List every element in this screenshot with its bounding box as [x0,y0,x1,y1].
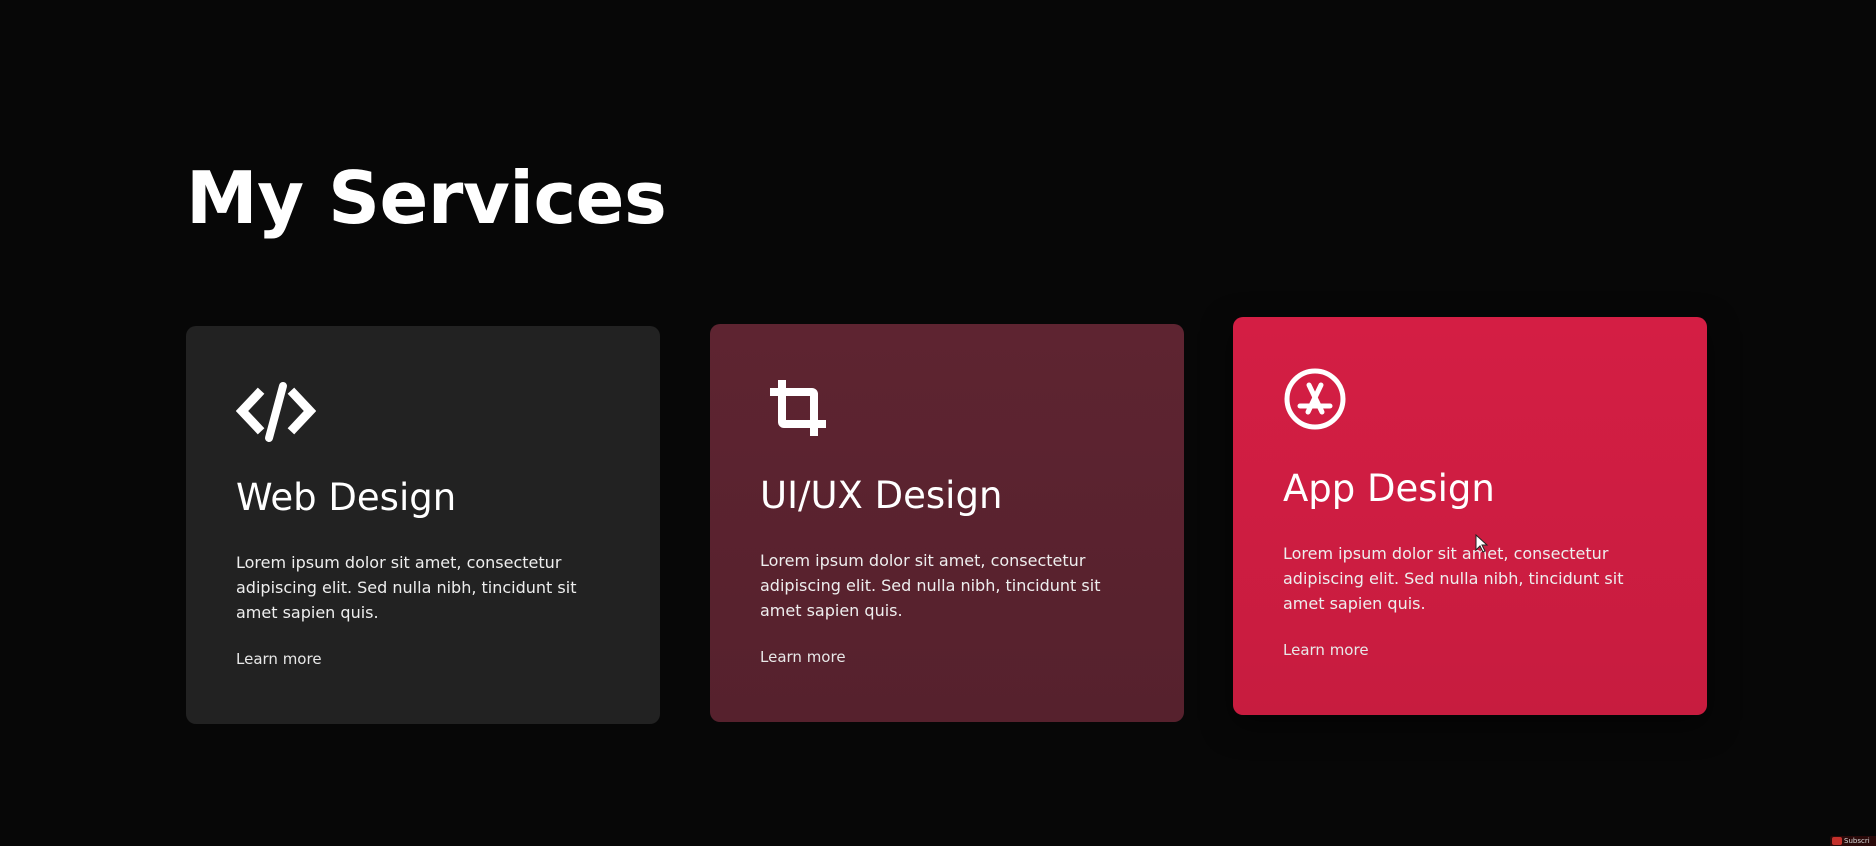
card-description: Lorem ipsum dolor sit amet, consectetur … [236,553,577,622]
subscribe-badge[interactable]: Subscri [1830,836,1876,846]
card-title: Web Design [236,476,457,519]
app-store-icon [1284,368,1346,430]
service-card-uiux-design[interactable]: UI/UX Design Lorem ipsum dolor sit amet,… [710,324,1184,722]
section-title: My Services [186,156,667,240]
learn-more-link[interactable]: Learn more [1283,641,1369,659]
crop-icon [770,380,826,436]
learn-more-link[interactable]: Learn more [760,648,846,666]
card-title: App Design [1283,467,1495,510]
code-icon [236,382,316,442]
learn-more-link[interactable]: Learn more [236,650,322,668]
card-description: Lorem ipsum dolor sit amet, consectetur … [1283,544,1624,613]
subscribe-badge-label: Subscri [1844,837,1870,845]
youtube-logo-icon [1832,837,1842,845]
mouse-cursor-icon [1475,534,1489,553]
card-title: UI/UX Design [760,474,1003,517]
services-page: My Services Web Design Lorem ipsum dolor… [0,0,1876,846]
card-description: Lorem ipsum dolor sit amet, consectetur … [760,551,1101,620]
service-card-app-design[interactable]: App Design Lorem ipsum dolor sit amet, c… [1233,317,1707,715]
service-card-web-design[interactable]: Web Design Lorem ipsum dolor sit amet, c… [186,326,660,724]
